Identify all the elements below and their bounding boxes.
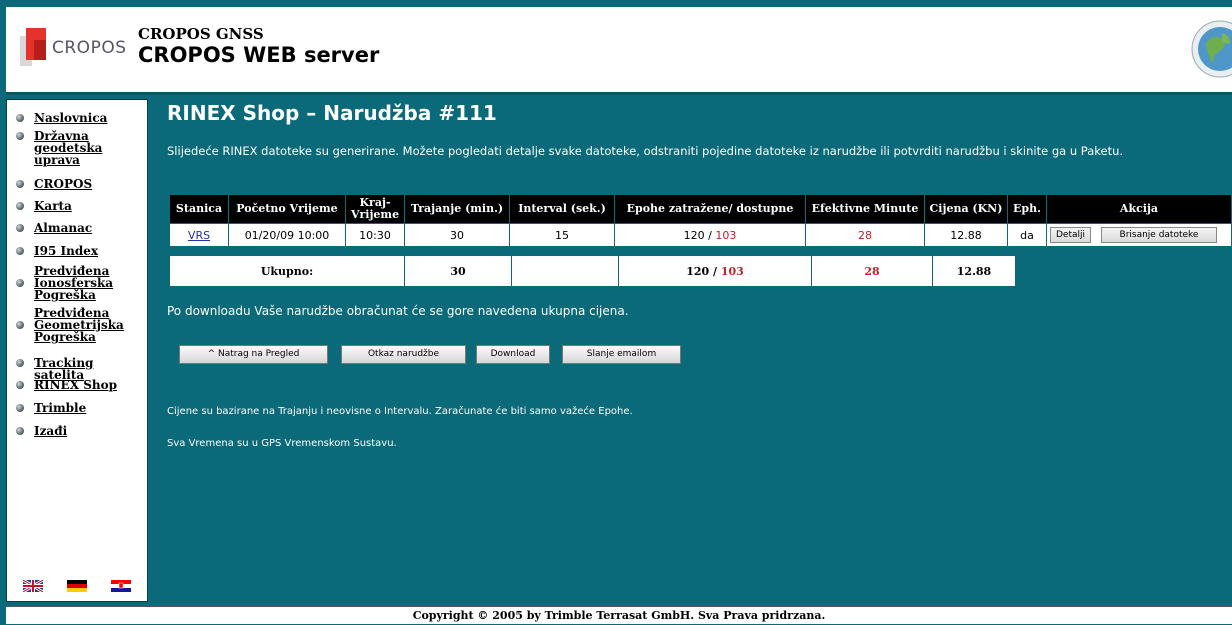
epohe-requested: 120	[683, 228, 705, 242]
time-system-text: Sva Vremena su u GPS Vremenskom Sustavu.	[167, 438, 397, 449]
col-efektivne-minute: Efektivne Minute	[805, 194, 925, 224]
bullet-icon	[16, 359, 24, 367]
total-label: Ukupno:	[169, 255, 405, 287]
details-button[interactable]: Detalji	[1050, 227, 1092, 243]
bullet-icon	[16, 279, 24, 287]
col-pocetno-vrijeme: Početno Vrijeme	[228, 194, 346, 224]
sidebar-item-label[interactable]: Predviđena Ionosferska Pogreška	[34, 265, 124, 301]
cancel-order-button[interactable]: Otkaz narudžbe	[341, 345, 466, 364]
cell-stanica: VRS	[169, 223, 229, 247]
total-epohe-separator: /	[709, 264, 721, 278]
bullet-icon	[16, 202, 24, 210]
bullet-icon	[16, 247, 24, 255]
station-link[interactable]: VRS	[188, 229, 210, 242]
cropos-logo: CROPOS	[20, 23, 130, 77]
cell-interval: 15	[509, 223, 615, 247]
download-button[interactable]: Download	[476, 345, 550, 364]
order-table: Stanica Početno Vrijeme Kraj-Vrijeme Tra…	[169, 194, 1232, 247]
intro-text: Slijedeće RINEX datoteke su generirane. …	[167, 144, 1124, 158]
sidebar-item-label[interactable]: Trimble	[34, 402, 147, 414]
globe-icon	[1191, 20, 1232, 78]
cell-efektivne: 28	[805, 223, 925, 247]
sidebar-item-label[interactable]: CROPOS	[34, 178, 147, 190]
header-title: CROPOS WEB server	[138, 43, 380, 67]
cropos-logo-mark-icon	[20, 28, 46, 66]
col-interval: Interval (sek.)	[509, 194, 615, 224]
col-eph: Eph.	[1007, 194, 1047, 224]
total-efektivne: 28	[811, 255, 933, 287]
cell-eph: da	[1007, 223, 1047, 247]
epohe-separator: /	[704, 228, 716, 242]
bullet-icon	[16, 427, 24, 435]
cell-akcija: Detalji Brisanje datoteke	[1046, 223, 1232, 247]
back-to-overview-button[interactable]: ^ Natrag na Pregled	[179, 345, 328, 364]
bullet-icon	[16, 114, 24, 122]
total-trajanje: 30	[404, 255, 512, 287]
col-cijena: Cijena (KN)	[924, 194, 1008, 224]
cell-trajanje: 30	[404, 223, 510, 247]
cell-cijena: 12.88	[924, 223, 1008, 247]
total-row: Ukupno: 30 120 / 103 28 12.88	[169, 255, 1016, 287]
sidebar-nav: Naslovnica Državna geodetska uprava CROP…	[6, 99, 148, 602]
epohe-available: 103	[715, 228, 737, 242]
pricing-info-text: Cijene su bazirane na Trajanju i neovisn…	[167, 406, 633, 417]
delete-file-button[interactable]: Brisanje datoteke	[1100, 227, 1218, 243]
total-interval	[511, 255, 619, 287]
sidebar-item-label[interactable]: Izađi	[34, 425, 147, 437]
bullet-icon	[16, 224, 24, 232]
sidebar-item-label[interactable]: I95 Index	[34, 245, 147, 257]
logo-text: CROPOS	[52, 38, 127, 58]
footer-copyright: Copyright © 2005 by Trimble Terrasat Gmb…	[6, 606, 1232, 624]
col-trajanje: Trajanje (min.)	[404, 194, 510, 224]
col-kraj-vrijeme: Kraj-Vrijeme	[345, 194, 405, 224]
sidebar-item-label[interactable]: Karta	[34, 200, 147, 212]
cell-pocetno: 01/20/09 10:00	[228, 223, 346, 247]
page-title: RINEX Shop – Narudžba #111	[167, 101, 497, 125]
germany-flag-icon[interactable]	[67, 580, 87, 592]
total-cijena: 12.88	[932, 255, 1016, 287]
col-akcija: Akcija	[1046, 194, 1232, 224]
cell-epohe: 120 / 103	[614, 223, 806, 247]
send-email-button[interactable]: Slanje emailom	[562, 345, 681, 364]
bullet-icon	[16, 321, 24, 329]
sidebar-item-label[interactable]: RINEX Shop	[34, 379, 147, 391]
sidebar-item-label[interactable]: Državna geodetska uprava	[34, 130, 104, 166]
bullet-icon	[16, 381, 24, 389]
col-stanica: Stanica	[169, 194, 229, 224]
cell-kraj: 10:30	[345, 223, 405, 247]
total-table: Ukupno: 30 120 / 103 28 12.88	[169, 255, 1016, 287]
total-epohe: 120 / 103	[618, 255, 812, 287]
total-epohe-requested: 120	[686, 264, 710, 278]
col-epohe: Epohe zatražene/ dostupne	[614, 194, 806, 224]
header-subtitle: CROPOS GNSS	[138, 25, 264, 43]
uk-flag-icon[interactable]	[23, 580, 43, 592]
total-epohe-available: 103	[720, 264, 744, 278]
bullet-icon	[16, 180, 24, 188]
sidebar-item-label[interactable]: Naslovnica	[34, 112, 147, 124]
table-header-row: Stanica Početno Vrijeme Kraj-Vrijeme Tra…	[169, 194, 1232, 224]
croatia-flag-icon[interactable]	[111, 580, 131, 592]
price-note: Po downloadu Vaše narudžbe obračunat će …	[167, 304, 629, 318]
sidebar-item-label[interactable]: Predviđena Geometrijska Pogreška	[34, 307, 132, 343]
bullet-icon	[16, 132, 24, 140]
table-row: VRS 01/20/09 10:00 10:30 30 15 120 / 103…	[169, 223, 1232, 247]
bullet-icon	[16, 404, 24, 412]
header: CROPOS CROPOS GNSS CROPOS WEB server	[6, 7, 1232, 95]
sidebar-item-label[interactable]: Almanac	[34, 222, 147, 234]
